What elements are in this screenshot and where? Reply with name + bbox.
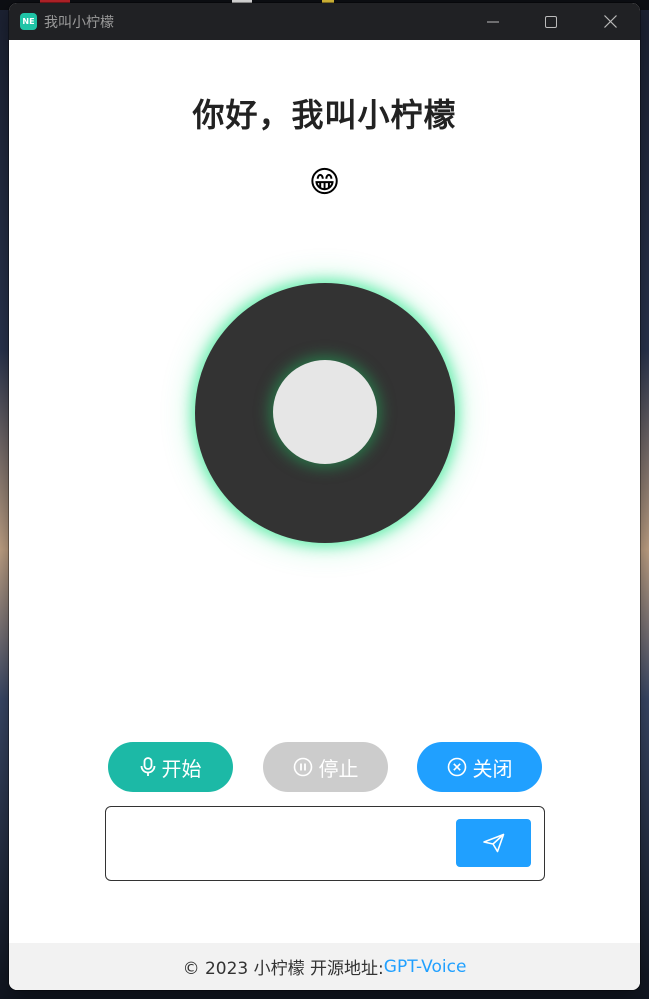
minimize-icon — [487, 21, 499, 22]
window-close-button[interactable] — [581, 3, 639, 40]
voice-orb — [195, 283, 455, 543]
message-input[interactable] — [114, 817, 448, 871]
stop-button[interactable]: 停止 — [263, 742, 388, 792]
window-title: 我叫小柠檬 — [44, 15, 114, 31]
maximize-icon — [545, 15, 557, 28]
greeting-title: 你好，我叫小柠檬 — [192, 96, 457, 134]
source-link[interactable]: GPT-Voice — [384, 957, 467, 977]
voice-orb-core — [273, 360, 377, 464]
app-window: NE 我叫小柠檬 你好，我叫小柠檬 😁 开始 停止 关闭 © 2023 小柠檬 … — [9, 3, 640, 990]
microphone-icon — [140, 757, 155, 776]
start-button-label: 开始 — [161, 756, 202, 781]
send-icon — [482, 833, 504, 853]
close-button[interactable]: 关闭 — [417, 742, 542, 792]
footer: © 2023 小柠檬 开源地址: GPT-Voice — [9, 943, 640, 990]
grinning-face-emoji: 😁 — [308, 165, 341, 200]
main-content: 你好，我叫小柠檬 😁 开始 停止 关闭 © 2023 小柠檬 开源地址: GPT… — [9, 40, 640, 990]
close-button-label: 关闭 — [472, 756, 513, 781]
send-button[interactable] — [456, 819, 531, 867]
title-bar[interactable]: NE 我叫小柠檬 — [9, 3, 640, 40]
close-circle-icon — [447, 757, 466, 777]
minimize-button[interactable] — [464, 3, 522, 40]
app-logo-icon: NE — [20, 13, 37, 30]
footer-copyright: © 2023 小柠檬 开源地址: — [182, 959, 384, 979]
close-icon — [603, 15, 617, 28]
stop-button-label: 停止 — [318, 756, 359, 781]
maximize-button[interactable] — [522, 3, 580, 40]
start-button[interactable]: 开始 — [108, 742, 233, 792]
pause-circle-icon — [293, 757, 312, 777]
message-input-container — [105, 806, 545, 881]
